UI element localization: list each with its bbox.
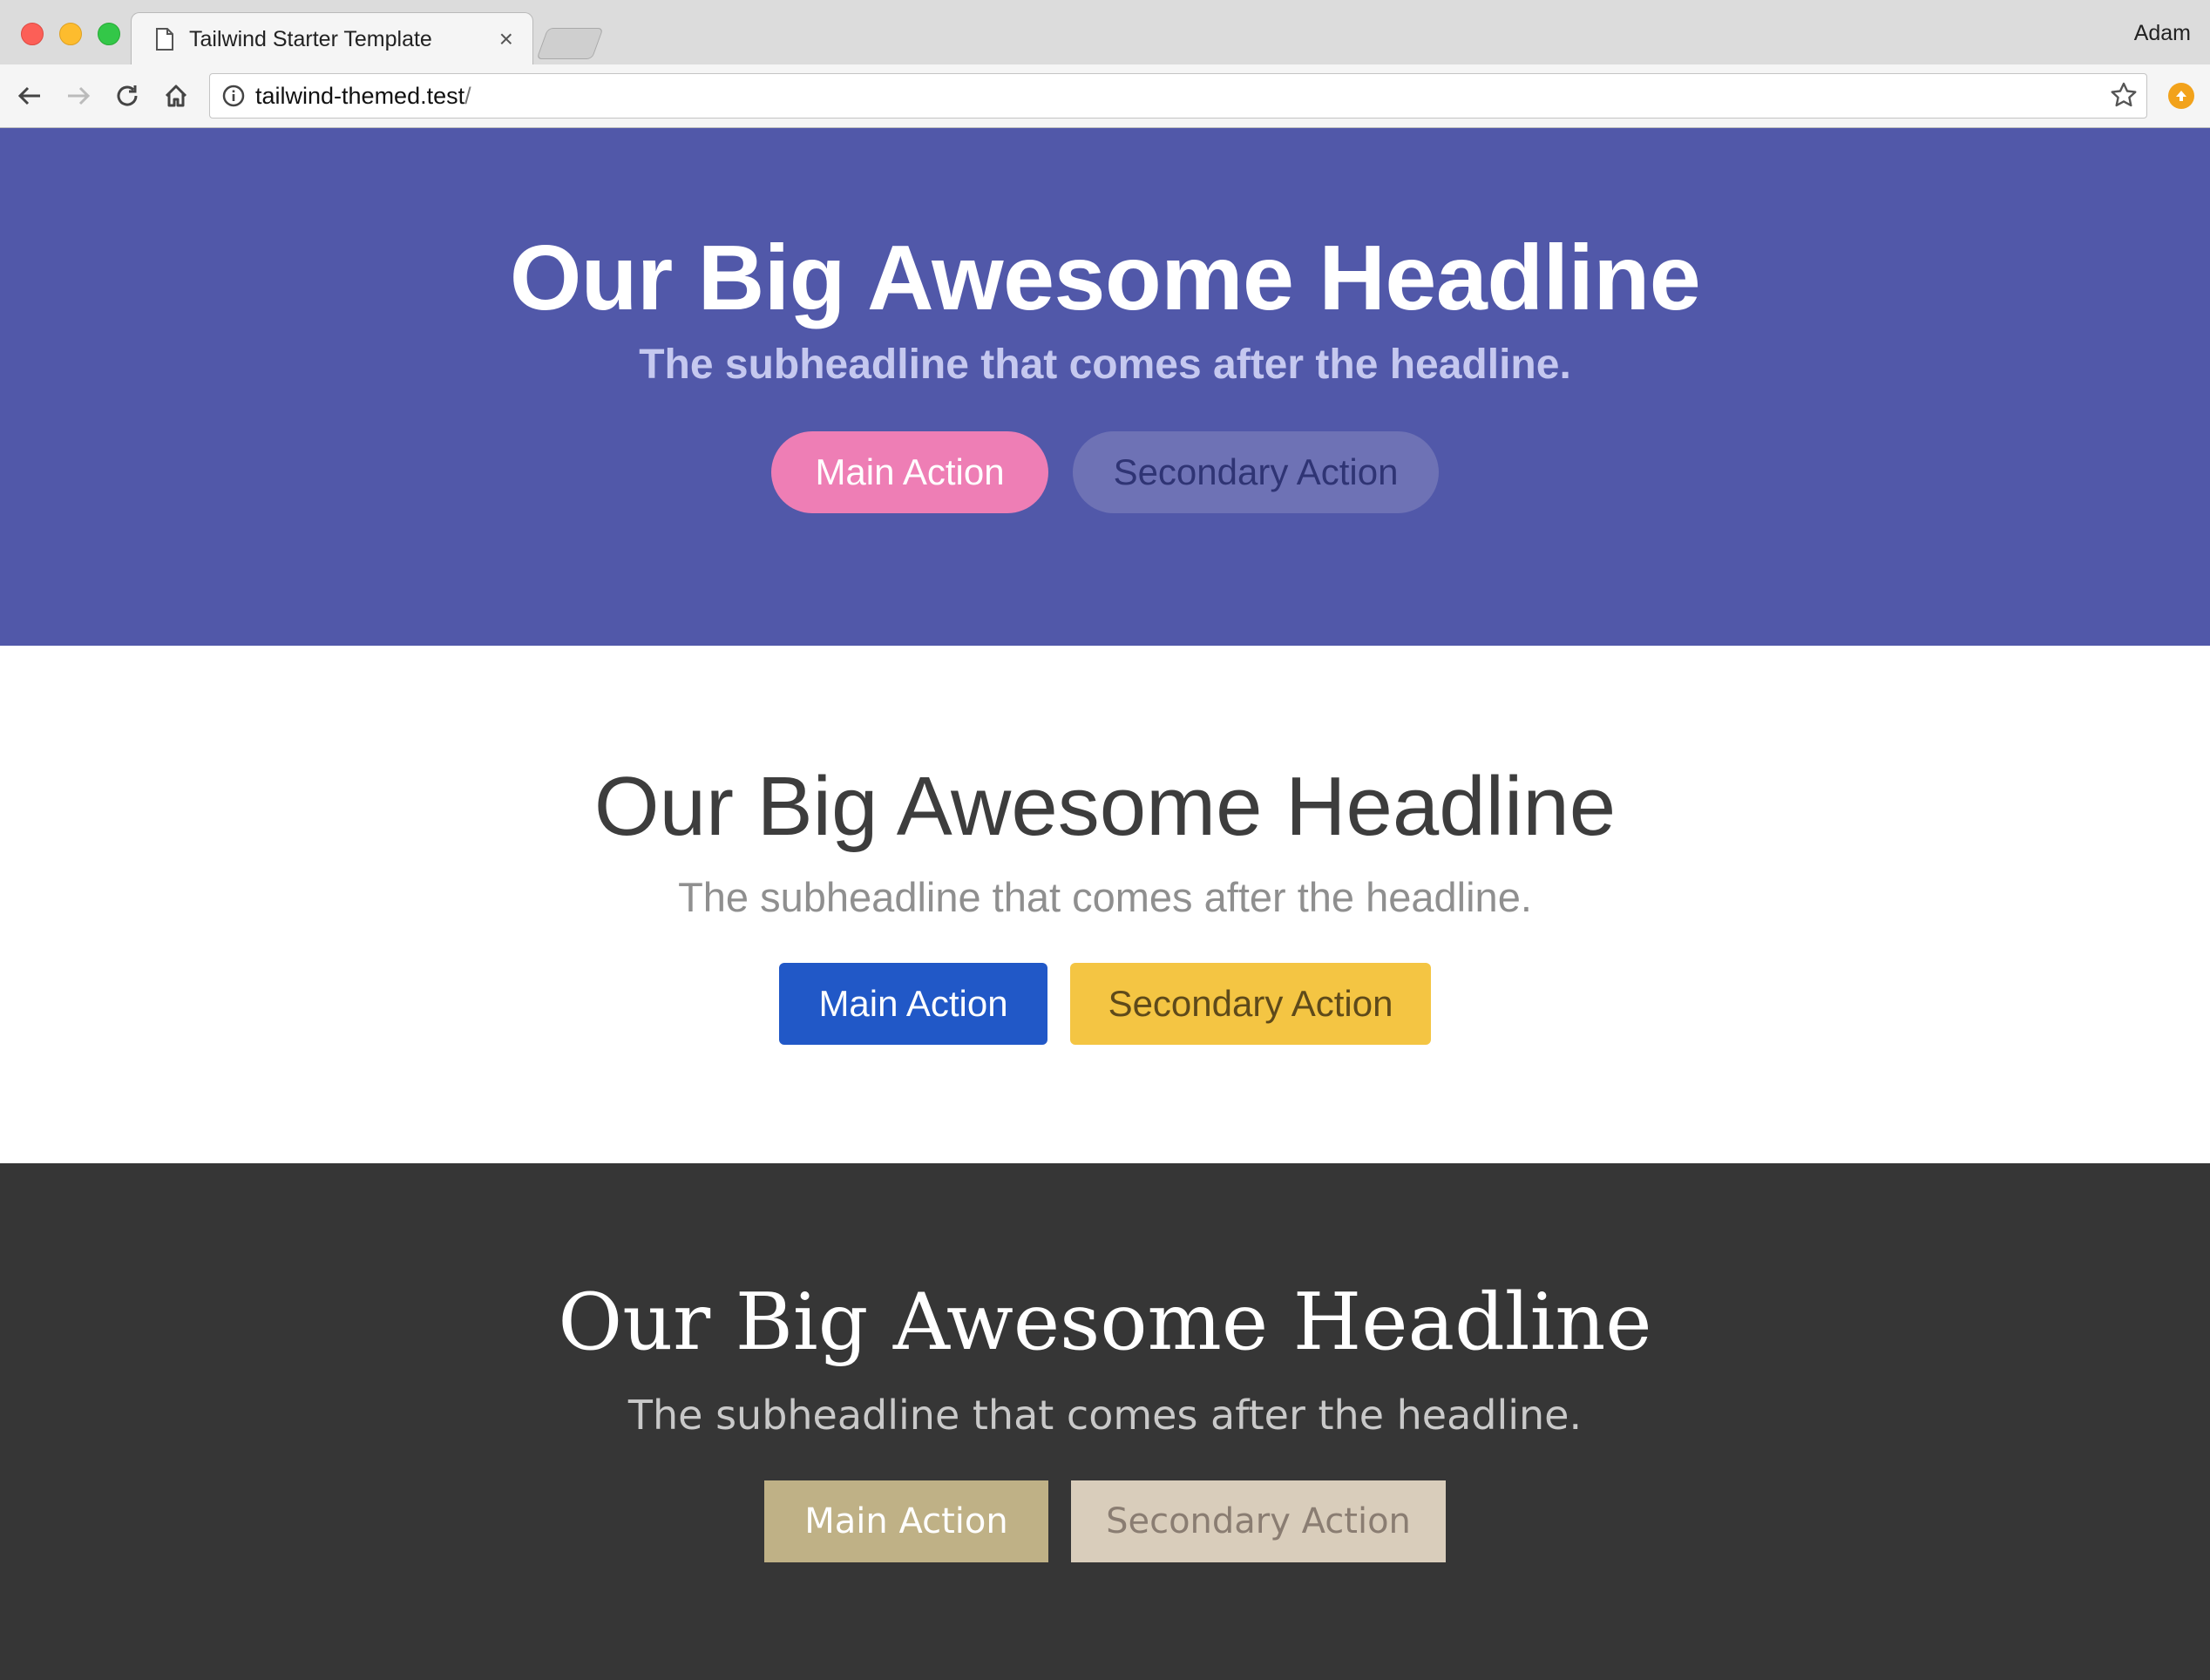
main-action-button[interactable]: Main Action [771, 431, 1048, 513]
hero-section-white: Our Big Awesome Headline The subheadline… [0, 646, 2210, 1163]
main-action-button[interactable]: Main Action [779, 963, 1047, 1045]
hero-subheadline: The subheadline that comes after the hea… [678, 874, 1532, 920]
upload-extension-icon[interactable] [2168, 83, 2194, 109]
main-action-button[interactable]: Main Action [764, 1480, 1048, 1562]
hero-headline: Our Big Awesome Headline [558, 1277, 1652, 1368]
window-controls [21, 23, 120, 45]
address-bar[interactable]: tailwind-themed.test/ [209, 73, 2147, 119]
profile-name[interactable]: Adam [2134, 21, 2191, 46]
secondary-action-button[interactable]: Secondary Action [1070, 963, 1431, 1045]
forward-button[interactable] [63, 80, 94, 112]
hero-subheadline: The subheadline that comes after the hea… [627, 1392, 1583, 1439]
hero-actions: Main Action Secondary Action [779, 963, 1431, 1045]
arrow-left-icon [17, 86, 40, 105]
url-host: tailwind-themed.test [255, 82, 465, 109]
arrow-right-icon [68, 86, 91, 105]
star-icon[interactable] [2110, 81, 2138, 109]
new-tab-button[interactable] [536, 28, 604, 59]
hero-subheadline: The subheadline that comes after the hea… [639, 342, 1571, 388]
close-window-button[interactable] [21, 23, 44, 45]
page-viewport: Our Big Awesome Headline The subheadline… [0, 128, 2210, 1680]
browser-tab-bar: Tailwind Starter Template × Adam [0, 0, 2210, 65]
document-icon [156, 28, 173, 51]
tab-close-icon[interactable]: × [499, 25, 513, 52]
home-button[interactable] [160, 80, 192, 112]
hero-headline: Our Big Awesome Headline [509, 227, 1701, 329]
secondary-action-button[interactable]: Secondary Action [1073, 431, 1439, 513]
hero-section-dark: Our Big Awesome Headline The subheadline… [0, 1163, 2210, 1680]
hero-section-purple: Our Big Awesome Headline The subheadline… [0, 128, 2210, 646]
zoom-window-button[interactable] [98, 23, 120, 45]
reload-icon [117, 85, 138, 106]
reload-button[interactable] [112, 80, 143, 112]
url-text: tailwind-themed.test/ [255, 83, 471, 110]
url-path: / [464, 82, 471, 109]
hero-actions: Main Action Secondary Action [764, 1480, 1446, 1562]
home-icon [165, 85, 187, 107]
hero-headline: Our Big Awesome Headline [593, 760, 1617, 853]
browser-toolbar: tailwind-themed.test/ [0, 64, 2210, 128]
tab-title: Tailwind Starter Template [189, 26, 432, 51]
secondary-action-button[interactable]: Secondary Action [1071, 1480, 1446, 1562]
minimize-window-button[interactable] [59, 23, 82, 45]
info-icon[interactable] [222, 85, 245, 107]
browser-tab-active[interactable]: Tailwind Starter Template × [131, 12, 533, 65]
hero-actions: Main Action Secondary Action [771, 431, 1439, 513]
back-button[interactable] [14, 80, 45, 112]
